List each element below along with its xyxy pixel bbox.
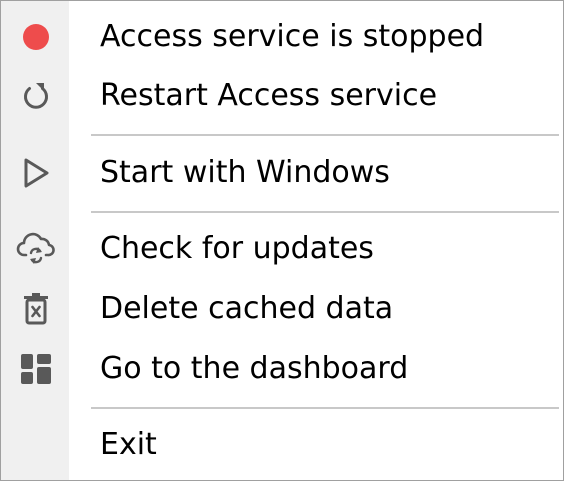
cloud-sync-icon <box>14 227 58 271</box>
menu-item-delete-cache[interactable]: Delete cached data <box>1 281 563 337</box>
red-status-dot-icon <box>14 15 58 59</box>
menu-item-label: Access service is stopped <box>100 19 485 54</box>
menu-item-label: Go to the dashboard <box>100 351 409 386</box>
play-icon <box>14 151 58 195</box>
menu-item-exit[interactable]: Exit <box>1 417 563 473</box>
menu-item-dashboard[interactable]: Go to the dashboard <box>1 341 563 397</box>
menu-item-label: Start with Windows <box>100 155 390 190</box>
menu-item-check-updates[interactable]: Check for updates <box>1 221 563 277</box>
menu-item-label: Check for updates <box>100 231 374 266</box>
menu-item-label: Exit <box>100 427 157 462</box>
menu-separator <box>91 211 559 213</box>
menu-item-restart-service[interactable]: Restart Access service <box>1 68 563 124</box>
restart-icon <box>14 74 58 118</box>
menu-separator <box>91 407 559 409</box>
menu-item-label: Delete cached data <box>100 291 394 326</box>
tray-context-menu: Access service is stopped Restart Access… <box>0 0 564 481</box>
menu-item-label: Restart Access service <box>100 78 438 113</box>
dashboard-icon <box>14 347 58 391</box>
menu-item-start-with-windows[interactable]: Start with Windows <box>1 145 563 201</box>
menu-separator <box>91 134 559 136</box>
menu-item-service-status: Access service is stopped <box>1 9 563 65</box>
trash-icon <box>14 287 58 331</box>
